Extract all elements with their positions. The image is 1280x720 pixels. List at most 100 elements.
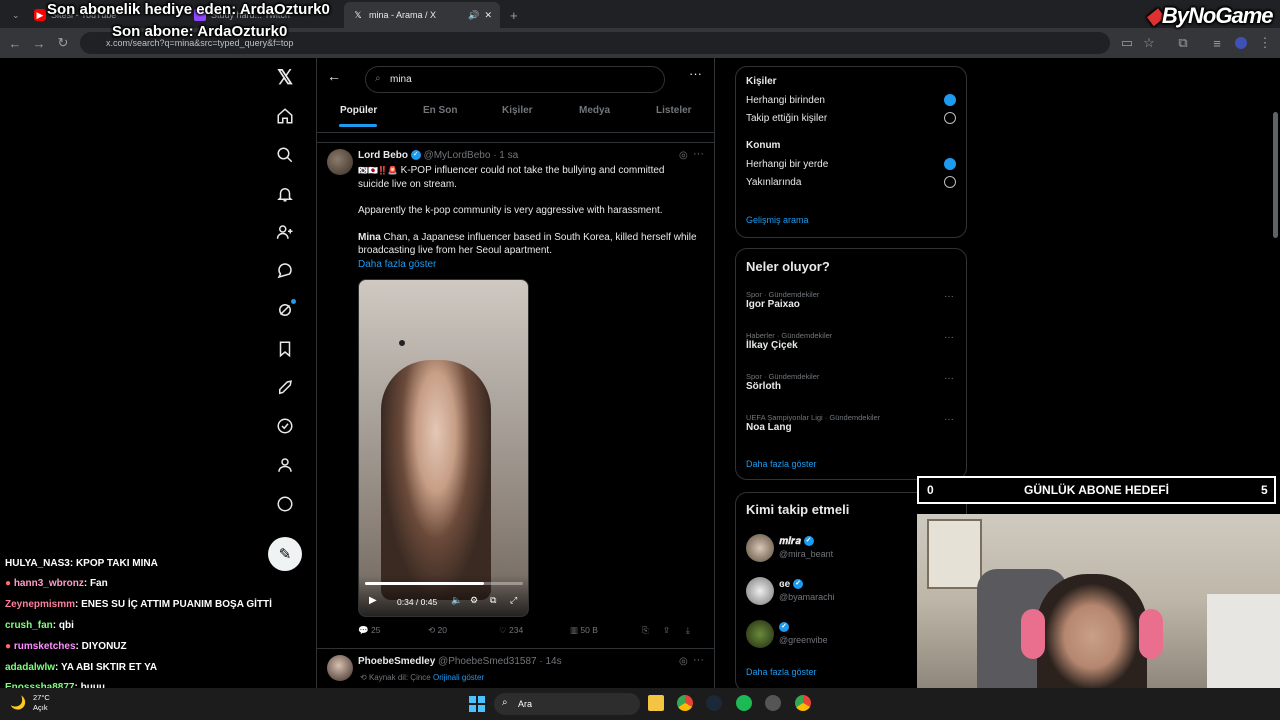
media-icon[interactable]: ≡ [1208, 34, 1226, 52]
weather-icon[interactable]: 🌙 [10, 695, 26, 711]
spotify-icon[interactable] [736, 695, 752, 711]
reload-button[interactable]: ↻ [54, 34, 72, 52]
bookmark-icon[interactable]: ⎘ [642, 625, 649, 636]
tab-media[interactable]: Medya [579, 105, 610, 116]
notifications-icon[interactable] [272, 181, 298, 207]
verified-icon[interactable] [272, 413, 298, 439]
trend-item[interactable]: UEFA Şampiyonlar Ligi · Gündemdekiler No… [746, 413, 958, 433]
filter-option-anyone[interactable]: Herhangi birinden [746, 95, 825, 106]
new-tab-button[interactable]: + [502, 4, 522, 26]
tab-x-search[interactable]: 𝕏 mina - Arama / X 🔊 ✕ [344, 2, 500, 28]
trend-more-icon[interactable]: ··· [944, 332, 954, 343]
chrome-icon[interactable] [795, 695, 811, 711]
author-name[interactable]: Lord Bebo [358, 150, 408, 161]
volume-icon[interactable]: 🔈 [451, 595, 462, 606]
trends-show-more-link[interactable]: Daha fazla göster [746, 459, 817, 469]
radio-anywhere[interactable] [944, 158, 956, 170]
play-icon[interactable]: ▶ [369, 595, 377, 606]
taskbar-search-input[interactable]: ⌕ Ara [494, 693, 640, 715]
profile-icon[interactable] [272, 452, 298, 478]
goal-label: GÜNLÜK ABONE HEDEFİ [1024, 483, 1169, 497]
tab-lists[interactable]: Listeler [656, 105, 692, 116]
follow-suggestion-name[interactable]: ✓ [779, 622, 789, 633]
follow-suggestion-handle: @mira_beant [779, 549, 834, 559]
avatar[interactable] [746, 620, 774, 648]
windows-start-icon[interactable] [469, 696, 485, 712]
compose-post-button[interactable]: ✎ [268, 537, 302, 571]
home-icon[interactable] [272, 103, 298, 129]
share-icon[interactable]: ⇪ [663, 625, 670, 636]
like-button[interactable]: ♡ 234 [499, 625, 523, 636]
scrollbar-thumb[interactable] [1273, 112, 1278, 238]
radio-anyone[interactable] [944, 94, 956, 106]
author-handle[interactable]: @MyLordBebo [424, 150, 491, 161]
forward-button[interactable]: → [30, 34, 48, 52]
video-progress-track[interactable] [365, 582, 523, 585]
trend-more-icon[interactable]: ··· [944, 414, 954, 425]
more-icon[interactable] [272, 491, 298, 517]
filter-option-nearby[interactable]: Yakınlarında [746, 177, 801, 188]
fullscreen-icon[interactable]: ⤢ [510, 595, 517, 606]
show-original-link[interactable]: Orijinali göster [433, 673, 484, 682]
close-icon[interactable]: ✕ [484, 10, 492, 21]
trend-more-icon[interactable]: ··· [944, 291, 954, 302]
radio-following[interactable] [944, 112, 956, 124]
tweet[interactable]: Lord Bebo ✓ @MyLordBebo · 1 sa ◎ ··· 🇰🇷🇯… [317, 143, 714, 648]
grok-icon[interactable]: ◎ [679, 656, 688, 667]
profile-avatar[interactable] [1232, 34, 1250, 52]
tweet-more-icon[interactable]: ··· [693, 148, 704, 160]
follow-suggestion-name[interactable]: 𝒎𝒊𝒓𝒂 ✓ [779, 536, 814, 547]
filter-option-following[interactable]: Takip ettiğin kişiler [746, 113, 827, 124]
weather-widget[interactable]: 27°C Açık [33, 693, 50, 713]
author-handle[interactable]: @PhoebeSmed31587 [438, 656, 537, 667]
cast-icon[interactable]: ▭ [1118, 34, 1136, 52]
tweet[interactable]: PhoebeSmedley @PhoebeSmed31587 · 14s ◎ ·… [317, 649, 714, 689]
menu-icon[interactable]: ⋮ [1256, 34, 1274, 52]
extensions-icon[interactable]: ⧉ [1174, 34, 1192, 52]
tab-list-button[interactable]: ⌄ [4, 4, 26, 26]
app-icon[interactable] [765, 695, 781, 711]
follow-people-icon[interactable] [272, 219, 298, 245]
steam-icon[interactable] [706, 695, 722, 711]
author-name[interactable]: PhoebeSmedley [358, 656, 435, 667]
grok-icon[interactable]: ◎ [679, 150, 688, 161]
back-button[interactable]: ← [6, 34, 24, 52]
rocket-icon[interactable] [272, 375, 298, 401]
follow-show-more-link[interactable]: Daha fazla göster [746, 667, 817, 677]
show-more-link[interactable]: Daha fazla göster [358, 258, 698, 272]
bookmark-star-icon[interactable]: ☆ [1140, 34, 1158, 52]
back-arrow-icon[interactable]: ← [327, 68, 341, 84]
download-icon[interactable]: ⤓ [686, 625, 690, 636]
x-logo-icon[interactable]: 𝕏 [272, 64, 298, 90]
messages-icon[interactable] [272, 258, 298, 284]
tab-latest[interactable]: En Son [423, 105, 457, 116]
tweet-more-icon[interactable]: ··· [693, 654, 704, 666]
avatar[interactable] [746, 534, 774, 562]
trend-item[interactable]: Spor · Gündemdekiler Sörloth [746, 372, 958, 392]
trend-item[interactable]: Spor · Gündemdekiler Igor Paixao [746, 290, 958, 310]
bookmarks-icon[interactable] [272, 336, 298, 362]
views-button[interactable]: ▥ 50 B [570, 625, 598, 636]
settings-icon[interactable]: ⚙ [470, 595, 478, 606]
chrome-icon[interactable] [677, 695, 693, 711]
more-options-icon[interactable]: ··· [689, 66, 702, 81]
radio-nearby[interactable] [944, 176, 956, 188]
search-input[interactable]: ⌕ mina [365, 66, 665, 93]
video-player[interactable]: ▶ 0:34 / 0:45 🔈 ⚙ ⧉ ⤢ [358, 279, 529, 617]
tab-popular[interactable]: Popüler [340, 105, 377, 116]
trend-more-icon[interactable]: ··· [944, 373, 954, 384]
avatar[interactable] [327, 655, 353, 681]
pip-icon[interactable]: ⧉ [490, 595, 496, 606]
avatar[interactable] [746, 577, 774, 605]
search-icon[interactable] [272, 142, 298, 168]
tab-people[interactable]: Kişiler [502, 105, 533, 116]
advanced-search-link[interactable]: Gelişmiş arama [746, 215, 809, 225]
grok-icon[interactable] [272, 297, 298, 323]
follow-suggestion-name[interactable]: ɞe ✓ [779, 579, 804, 590]
file-explorer-icon[interactable] [648, 695, 664, 711]
trend-item[interactable]: Haberler · Gündemdekiler İlkay Çiçek [746, 331, 958, 351]
retweet-button[interactable]: ⟲ 20 [428, 625, 447, 636]
reply-button[interactable]: 💬 25 [358, 625, 380, 636]
filter-option-anywhere[interactable]: Herhangi bir yerde [746, 159, 828, 170]
avatar[interactable] [327, 149, 353, 175]
